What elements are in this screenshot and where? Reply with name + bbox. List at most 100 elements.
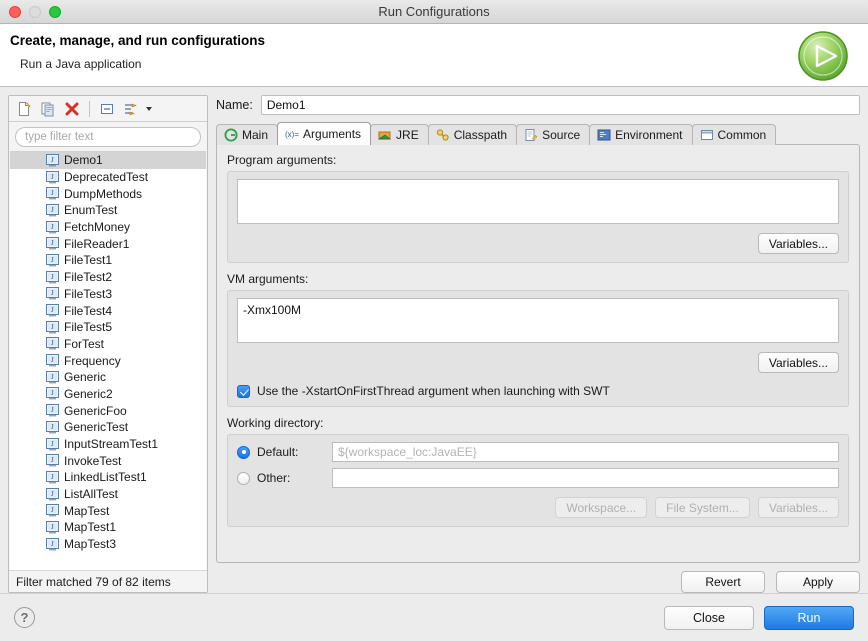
list-item[interactable]: J FileTest2 [10,269,206,286]
java-config-icon: J [46,387,59,400]
name-input[interactable] [261,95,860,115]
tab-common[interactable]: Common [692,124,777,145]
program-variables-button[interactable]: Variables... [758,233,839,254]
list-item[interactable]: JGeneric2 [10,386,206,403]
dialog-header: Create, manage, and run configurations R… [0,24,868,87]
tab-label: Classpath [454,128,507,142]
working-directory-other-input[interactable] [332,468,839,488]
collapse-all-icon[interactable] [97,99,117,119]
java-config-icon: J [46,438,59,451]
working-directory-other-label: Other: [257,471,290,485]
arguments-icon: (x)= [285,127,299,141]
vm-variables-button[interactable]: Variables... [758,352,839,373]
list-item-label: FileTest2 [64,270,112,284]
list-item[interactable]: J InputStreamTest1 [10,436,206,453]
window-title: Run Configurations [0,4,868,19]
list-item[interactable]: JEnumTest [10,202,206,219]
vm-arguments-label: VM arguments: [227,272,849,286]
list-item-label: FileTest1 [64,253,112,267]
svg-text:J: J [51,223,54,231]
configurations-panel: J Demo1 JDeprecatedTestJDumpMethodsJEnumTe… [8,95,208,593]
list-item[interactable]: JGeneric [10,369,206,386]
working-directory-default-radio[interactable] [237,446,250,459]
list-item[interactable]: JFetchMoney [10,219,206,236]
working-directory-other-radio[interactable] [237,472,250,485]
list-item[interactable]: JInvokeTest [10,452,206,469]
filter-container [9,122,207,151]
svg-text:J: J [51,473,54,481]
list-item[interactable]: JListAllTest [10,486,206,503]
svg-text:J: J [51,406,54,414]
list-item-label: InputStreamTest1 [64,437,158,451]
apply-button[interactable]: Apply [776,571,860,593]
list-item[interactable]: JMapTest3 [10,536,206,553]
list-item-label: GenericFoo [64,404,127,418]
list-item[interactable]: JDeprecatedTest [10,169,206,186]
list-item-label: Demo1 [64,153,103,167]
list-item[interactable]: JGenericTest [10,419,206,436]
svg-text:J: J [51,173,54,181]
program-arguments-input[interactable] [237,179,839,224]
close-button[interactable]: Close [664,606,754,630]
svg-text:J: J [51,423,54,431]
list-item-label: FileTest4 [64,304,112,318]
java-config-icon: J [46,371,59,384]
list-item[interactable]: JFrequency [10,352,206,369]
list-item[interactable]: JFileTest3 [10,286,206,303]
svg-text:(x)=: (x)= [285,130,299,139]
list-item[interactable]: JFileTest5 [10,319,206,336]
run-button[interactable]: Run [764,606,854,630]
tab-arguments[interactable]: (x)=Arguments [277,122,371,145]
list-item[interactable]: J Demo1 [10,152,206,169]
list-item[interactable]: JMapTest [10,502,206,519]
configurations-list: J Demo1 JDeprecatedTestJDumpMethodsJEnumTe… [10,152,206,553]
tab-main[interactable]: Main [216,124,278,145]
tab-source[interactable]: Source [516,124,590,145]
svg-text:J: J [51,523,54,531]
filter-icon[interactable] [121,99,141,119]
new-configuration-icon[interactable] [14,99,34,119]
working-directory-other-radio-row[interactable]: Other: [237,471,332,485]
working-directory-default-radio-row[interactable]: Default: [237,445,332,459]
list-item[interactable]: JFileTest4 [10,302,206,319]
tab-environment[interactable]: Environment [589,124,692,145]
list-item-label: ForTest [64,337,104,351]
configurations-list-container[interactable]: J Demo1 JDeprecatedTestJDumpMethodsJEnumTe… [10,151,206,570]
list-item[interactable]: JFileTest1 [10,252,206,269]
swt-checkbox-label: Use the -XstartOnFirstThread argument wh… [257,384,610,398]
swt-checkbox-row[interactable]: Use the -XstartOnFirstThread argument wh… [237,384,839,398]
help-question-icon[interactable]: ? [14,607,35,628]
delete-configuration-icon[interactable] [62,99,82,119]
chevron-down-icon[interactable] [146,107,152,111]
svg-text:J: J [51,490,54,498]
java-config-icon: J [46,187,59,200]
tab-label: Main [242,128,268,142]
tab-jre[interactable]: JRE [370,124,429,145]
list-item[interactable]: J ForTest [10,336,206,353]
java-config-icon: J [46,354,59,367]
filter-input[interactable] [15,127,201,147]
swt-checkbox[interactable] [237,385,250,398]
run-play-icon [796,29,850,83]
list-item[interactable]: JMapTest1 [10,519,206,536]
vm-arguments-input[interactable] [237,298,839,343]
program-arguments-label: Program arguments: [227,153,849,167]
tab-label: Common [718,128,767,142]
workspace-button: Workspace... [555,497,647,518]
dialog-body: J Demo1 JDeprecatedTestJDumpMethodsJEnumTe… [0,87,868,593]
list-item[interactable]: J GenericFoo [10,402,206,419]
tab-label: JRE [396,128,419,142]
svg-text:J: J [51,273,54,281]
java-config-icon: J [46,271,59,284]
duplicate-configuration-icon[interactable] [38,99,58,119]
list-item[interactable]: JDumpMethods [10,185,206,202]
page-subtitle: Run a Java application [20,57,854,71]
list-item[interactable]: JLinkedListTest1 [10,469,206,486]
list-item-label: FileReader1 [64,237,129,251]
java-config-icon: J [46,337,59,350]
list-item[interactable]: JFileReader1 [10,235,206,252]
java-config-icon: J [46,154,59,167]
revert-button[interactable]: Revert [681,571,765,593]
list-item-label: MapTest3 [64,537,116,551]
tab-classpath[interactable]: Classpath [428,124,517,145]
